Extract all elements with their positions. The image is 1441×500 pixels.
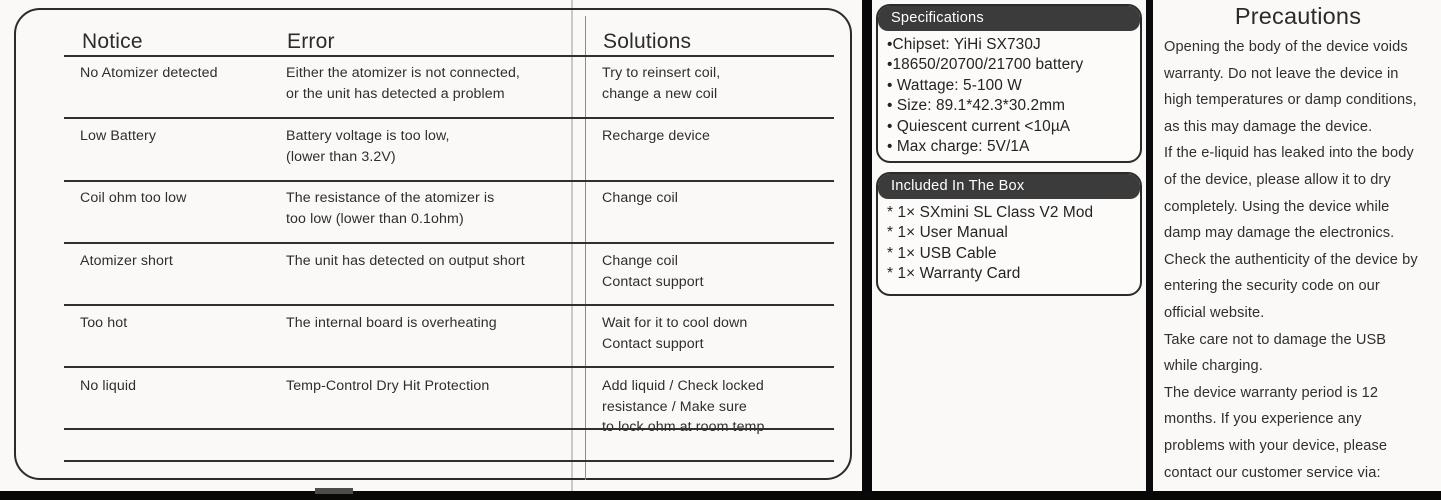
precautions-line: Take care not to damage the USB <box>1164 331 1387 348</box>
precautions-line: completely. Using the device while <box>1164 198 1390 215</box>
table-rule <box>64 460 834 462</box>
table-row: Coil ohm too low <box>80 190 187 206</box>
precautions-line: Check the authenticity of the device by <box>1164 251 1418 268</box>
precautions-line: Opening the body of the device voids <box>1164 39 1408 55</box>
precautions-line: If the e-liquid has leaked into the body <box>1164 145 1414 162</box>
precautions-line: official website. <box>1164 304 1265 321</box>
precautions-line: high temperatures or damp conditions, <box>1164 92 1417 109</box>
scan-bottom-edge <box>0 491 1441 500</box>
table-row: The unit has detected on output short <box>286 253 525 269</box>
list-item: * 1× SXmini SL Class V2 Mod <box>887 204 1094 221</box>
scan-bottom-smudge <box>315 488 353 494</box>
precautions-line: contact our customer service via: <box>1164 464 1381 481</box>
precautions-line: damp may damage the electronics. <box>1164 225 1395 242</box>
table-rule <box>64 242 834 244</box>
list-item: • Quiescent current <10µA <box>887 117 1071 135</box>
table-column-divider <box>585 16 586 480</box>
table-row: Change coil <box>602 190 679 206</box>
precautions-section: Precautions Opening the body of the devi… <box>1155 0 1441 500</box>
table-row: No Atomizer detected <box>80 65 218 81</box>
table-rule <box>64 117 834 119</box>
included-in-the-box-list: * 1× SXmini SL Class V2 Mod * 1× User Ma… <box>878 199 1140 289</box>
panel-gutter-left <box>862 0 872 500</box>
scanned-manual-page: Notice Error Solutions No Atomizer detec… <box>0 0 1441 500</box>
troubleshooting-table: Notice Error Solutions No Atomizer detec… <box>14 8 852 480</box>
specifications-title: Specifications <box>878 6 1140 31</box>
table-row: Try to reinsert coil, change a new coil <box>602 65 721 102</box>
precautions-line: The device warranty period is 12 <box>1164 384 1379 401</box>
table-row: Temp-Control Dry Hit Protection <box>286 378 490 394</box>
table-rule <box>64 366 834 368</box>
precautions-line: months. If you experience any <box>1164 411 1362 428</box>
list-item: * 1× User Manual <box>887 224 1008 242</box>
table-rule <box>64 55 834 57</box>
list-item: • Size: 89.1*42.3*30.2mm <box>887 97 1066 115</box>
precautions-body: Opening the body of the device voids war… <box>1155 31 1441 500</box>
list-item: • Max charge: 5V/1A <box>887 138 1030 156</box>
list-item: * 1× USB Cable <box>887 244 997 262</box>
precautions-line: warranty. Do not leave the device in <box>1164 65 1399 82</box>
table-row: Battery voltage is too low, (lower than … <box>286 128 450 165</box>
precautions-title: Precautions <box>1234 3 1362 29</box>
table-rule <box>64 428 834 430</box>
specifications-card: Specifications •Chipset: YiHi SX730J •18… <box>876 4 1142 163</box>
table-row: The resistance of the atomizer is too lo… <box>286 190 495 227</box>
table-row: Wait for it to cool down Contact support <box>602 315 748 352</box>
precautions-line: entering the security code on our <box>1164 278 1380 295</box>
list-item: •Chipset: YiHi SX730J <box>887 36 1041 53</box>
table-row: The internal board is overheating <box>286 315 497 331</box>
table-rule <box>64 304 834 306</box>
table-row: Recharge device <box>602 128 710 144</box>
table-header-solutions: Solutions <box>603 30 692 53</box>
list-item: • Wattage: 5-100 W <box>887 76 1022 94</box>
included-in-the-box-title: Included In The Box <box>878 174 1140 199</box>
panel-gutter-right <box>1146 0 1153 500</box>
table-row: Too hot <box>80 315 128 331</box>
precautions-line: as this may damage the device. <box>1164 118 1373 135</box>
precautions-line: while charging. <box>1164 358 1263 375</box>
table-header-error: Error <box>287 30 335 53</box>
specifications-list: •Chipset: YiHi SX730J •18650/20700/21700… <box>878 31 1140 161</box>
table-row: Atomizer short <box>80 253 173 269</box>
table-rule <box>64 180 834 182</box>
table-row: No liquid <box>80 378 137 394</box>
list-item: * 1× Warranty Card <box>887 265 1021 283</box>
table-row: Either the atomizer is not connected, or… <box>286 65 520 102</box>
table-row: Change coil Contact support <box>602 253 704 290</box>
table-header-notice: Notice <box>82 30 143 53</box>
table-row: Low Battery <box>80 128 157 144</box>
included-in-the-box-card: Included In The Box * 1× SXmini SL Class… <box>876 172 1142 296</box>
precautions-line: problems with your device, please <box>1164 437 1388 454</box>
list-item: •18650/20700/21700 battery <box>887 56 1084 74</box>
precautions-line: of the device, please allow it to dry <box>1164 171 1391 188</box>
